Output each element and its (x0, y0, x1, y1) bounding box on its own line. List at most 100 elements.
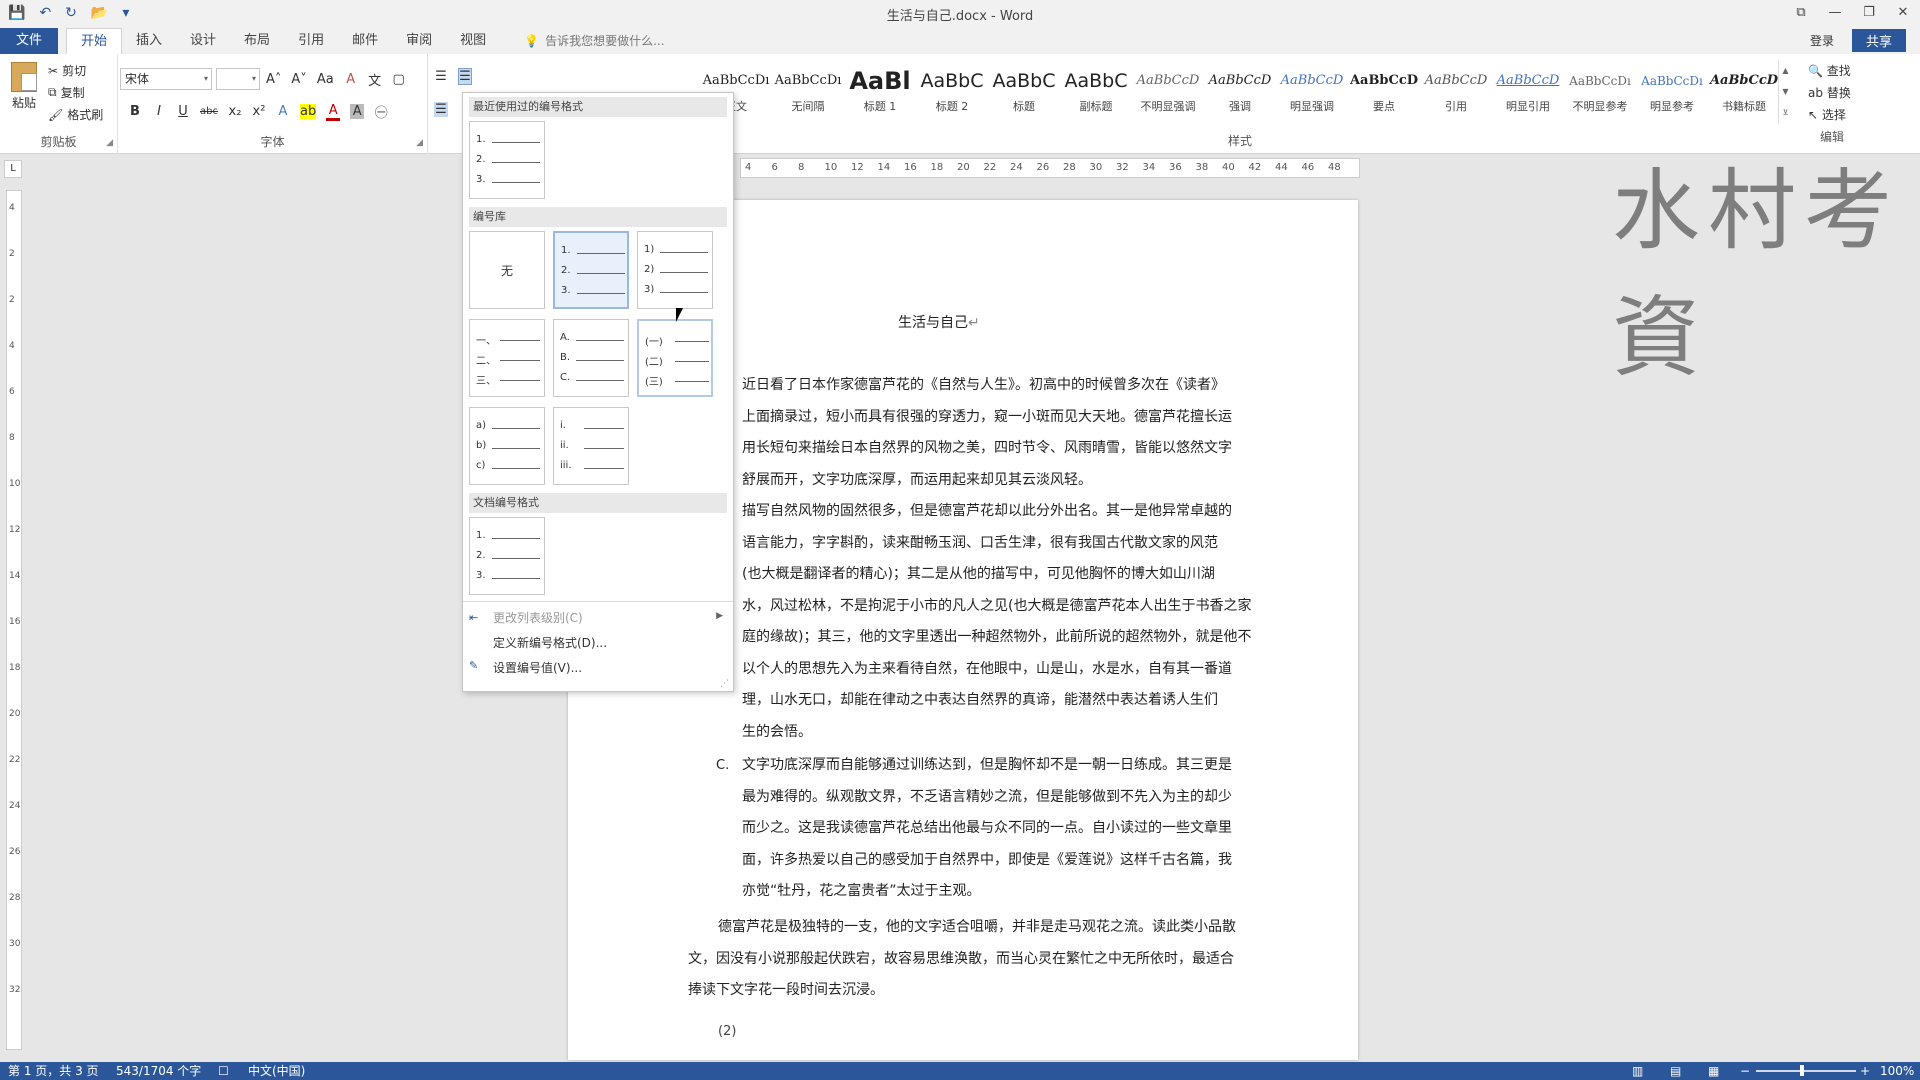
format-painter-button[interactable]: 🖌 格式刷 (48, 106, 103, 123)
minimize-button[interactable]: — (1818, 0, 1852, 26)
ribbon-display-icon[interactable]: ⧉ (1784, 0, 1818, 26)
style-emphasis[interactable]: AaBbCcD 强调 (1204, 58, 1276, 124)
undo-icon[interactable]: ↶ (39, 5, 51, 21)
numbering-button[interactable]: ☰ (458, 68, 472, 85)
highlight-button[interactable]: ab (299, 104, 317, 119)
char-shading-button[interactable]: A (350, 104, 365, 119)
zoom-in-button[interactable]: + (1860, 1062, 1870, 1080)
subscript-button[interactable]: x₂ (228, 104, 242, 119)
page-count[interactable]: 第 1 页，共 3 页 (8, 1062, 99, 1080)
chevron-down-icon[interactable]: ▼ (1779, 81, 1792, 102)
tell-me-box[interactable]: 💡 告诉我您想要做什么... (500, 28, 664, 54)
resize-grip-icon[interactable]: ⋰ (720, 679, 729, 689)
recent-numbering-format[interactable]: 1. 2. 3. (469, 121, 545, 199)
style-intense-quote[interactable]: AaBbCcD 明显引用 (1492, 58, 1564, 124)
numbering-format-chinese[interactable]: 一、 二、 三、 (469, 319, 545, 397)
word-count[interactable]: 543/1704 个字 (116, 1062, 201, 1080)
zoom-slider[interactable] (1756, 1070, 1856, 1072)
tab-mailings[interactable]: 邮件 (338, 28, 392, 54)
font-size-select[interactable]: ▾ (216, 68, 260, 90)
define-new-format-item[interactable]: 定义新编号格式(D)... (493, 634, 607, 651)
style-heading-2[interactable]: AaBbC 标题 2 (916, 58, 988, 124)
clear-format-button[interactable]: A (344, 72, 358, 87)
style-book-title[interactable]: AaBbCcD 书籍标题 (1708, 58, 1780, 124)
zoom-out-button[interactable]: − (1740, 1062, 1750, 1080)
numbering-format-1-dot[interactable]: 1. 2. 3. (553, 231, 629, 309)
align-left-button[interactable]: ☰ (434, 102, 448, 117)
paste-button[interactable]: 粘贴 (8, 62, 40, 111)
login-link[interactable]: 登录 (1810, 32, 1834, 49)
tab-insert[interactable]: 插入 (122, 28, 176, 54)
tab-design[interactable]: 设计 (176, 28, 230, 54)
change-case-button[interactable]: Aa (317, 72, 334, 87)
language-indicator[interactable]: 中文(中国) (248, 1062, 305, 1080)
style-strong[interactable]: AaBbCcD 要点 (1348, 58, 1420, 124)
copy-button[interactable]: ⧉ 复制 (48, 84, 85, 101)
style-title[interactable]: AaBbC 标题 (988, 58, 1060, 124)
chevron-up-icon[interactable]: ▲ (1779, 60, 1792, 81)
find-button[interactable]: 🔍 查找 (1808, 62, 1851, 84)
style-subtle-emphasis[interactable]: AaBbCcD 不明显强调 (1132, 58, 1204, 124)
tab-file[interactable]: 文件 (0, 28, 58, 54)
bold-button[interactable]: B (128, 104, 142, 119)
numbering-format-chinese-paren[interactable]: (一) (二) (三) (637, 319, 713, 397)
numbering-format-1-paren[interactable]: 1) 2) 3) (637, 231, 713, 309)
replace-label: 替换 (1826, 86, 1851, 100)
vertical-ruler[interactable]: 4 2 2 4 6 8 10 12 14 16 18 20 22 24 26 28 30 32 (6, 190, 22, 1050)
read-mode-icon[interactable]: ▥ (1632, 1062, 1643, 1080)
style-no-spacing[interactable]: AaBbCcDı 无间隔 (772, 58, 844, 124)
style-subtitle[interactable]: AaBbC 副标题 (1060, 58, 1132, 124)
numbering-format-letter-lower[interactable]: a) b) c) (469, 407, 545, 485)
tab-home[interactable]: 开始 (66, 28, 123, 54)
style-heading-1[interactable]: AaBl 标题 1 (844, 58, 916, 124)
replace-button[interactable]: ab 替换 (1808, 84, 1851, 106)
shrink-font-button[interactable]: A˅ (291, 72, 306, 87)
zoom-level[interactable]: 100% (1880, 1062, 1914, 1080)
style-subtle-reference[interactable]: AaBbCcDı 不明显参考 (1564, 58, 1636, 124)
enclose-char-button[interactable]: ㊀ (374, 102, 388, 121)
gallery-more-icon[interactable]: ⊻ (1779, 102, 1792, 123)
close-button[interactable]: ✕ (1886, 0, 1920, 26)
horizontal-ruler[interactable]: 4 6 8 10 12 14 16 18 20 22 24 26 28 30 32 34 36 38 40 42 44 4… (740, 158, 1360, 178)
tab-layout[interactable]: 布局 (230, 28, 284, 54)
restore-button[interactable]: ❐ (1852, 0, 1886, 26)
style-intense-reference[interactable]: AaBbCcDı 明显参考 (1636, 58, 1708, 124)
save-icon[interactable]: 💾 (8, 5, 25, 21)
style-quote[interactable]: AaBbCcD 引用 (1420, 58, 1492, 124)
set-numbering-value-item[interactable]: 设置编号值(V)... (493, 659, 582, 676)
print-layout-icon[interactable]: ▤ (1670, 1062, 1681, 1080)
share-button[interactable]: 共享 (1851, 28, 1906, 52)
strikethrough-button[interactable]: abc (200, 106, 218, 117)
style-intense-emphasis[interactable]: AaBbCcD 明显强调 (1276, 58, 1348, 124)
change-list-level-item[interactable]: 更改列表级别(C) (493, 609, 583, 626)
char-border-icon[interactable]: ▢ (392, 72, 406, 87)
document-numbering-format[interactable]: 1. 2. 3. (469, 517, 545, 595)
numbering-format-roman[interactable]: i. ii. iii. (553, 407, 629, 485)
select-button[interactable]: ↖ 选择 (1808, 106, 1851, 128)
numbering-format-none[interactable]: 无 (469, 231, 545, 309)
tab-selector[interactable]: L (4, 160, 22, 178)
italic-button[interactable]: I (152, 104, 166, 119)
grow-font-button[interactable]: A˄ (266, 72, 281, 87)
clipboard-launcher-icon[interactable]: ◢ (106, 138, 113, 148)
tab-references[interactable]: 引用 (284, 28, 338, 54)
numbering-format-letter-upper[interactable]: A. B. C. (553, 319, 629, 397)
tab-view[interactable]: 视图 (446, 28, 500, 54)
cut-button[interactable]: ✂ 剪切 (48, 62, 86, 79)
qat-customize-icon[interactable]: ▾ (122, 5, 129, 21)
zoom-slider-thumb[interactable] (1800, 1065, 1804, 1076)
underline-button[interactable]: U (176, 104, 190, 119)
styles-gallery-scroll[interactable]: ▲ ▼ ⊻ (1778, 60, 1792, 124)
proofing-icon[interactable]: ☐ (218, 1062, 229, 1080)
phonetic-guide-icon[interactable]: 文 (368, 70, 382, 89)
text-effects-button[interactable]: A (276, 104, 290, 119)
font-launcher-icon[interactable]: ◢ (416, 138, 423, 148)
redo-icon[interactable]: ↻ (65, 5, 77, 21)
bullets-button[interactable]: ☰ (434, 69, 448, 84)
font-color-button[interactable]: A (326, 103, 341, 121)
tab-review[interactable]: 审阅 (392, 28, 446, 54)
font-name-select[interactable]: 宋体 ▾ (120, 68, 212, 90)
superscript-button[interactable]: x² (252, 104, 266, 119)
web-layout-icon[interactable]: ▦ (1708, 1062, 1719, 1080)
open-icon[interactable]: 📂 (91, 5, 108, 21)
